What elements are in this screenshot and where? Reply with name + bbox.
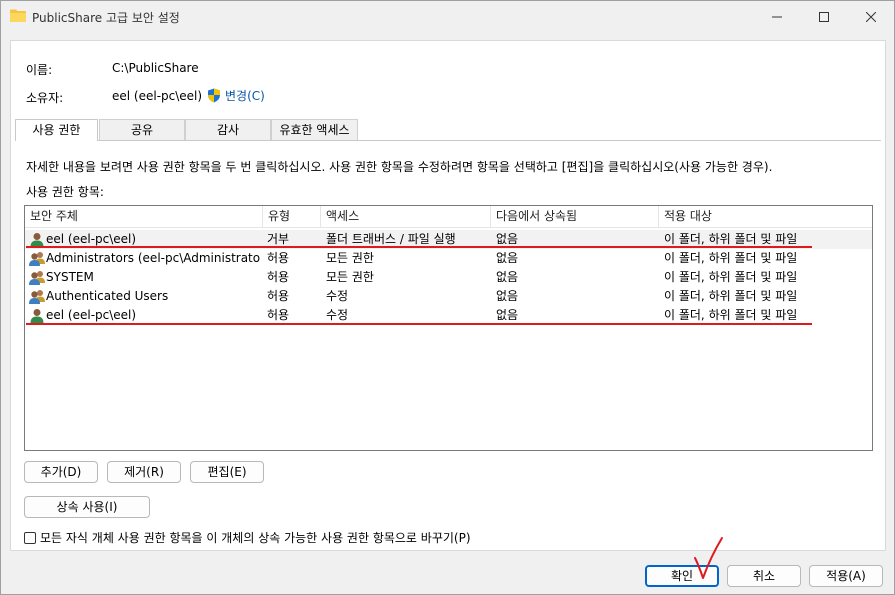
principal-cell: Administrators (eel-pc\Administrators): [46, 251, 261, 265]
shield-icon: [208, 88, 220, 103]
group-icon: [29, 290, 45, 304]
tab-effective-access[interactable]: 유효한 액세스: [271, 119, 358, 140]
list-header: 보안 주체 유형 액세스 다음에서 상속됨 적용 대상: [25, 206, 872, 228]
tab-label: 사용 권한: [32, 123, 81, 137]
name-label: 이름:: [26, 63, 53, 77]
replace-child-label: 모든 자식 개체 사용 권한 항목을 이 개체의 상속 가능한 사용 권한 항목…: [40, 531, 471, 545]
annotation-underline: [26, 323, 812, 325]
applies-to-cell: 이 폴더, 하위 폴더 및 파일: [664, 270, 798, 284]
name-value: C:\PublicShare: [112, 61, 199, 75]
column-header-principal[interactable]: 보안 주체: [25, 206, 263, 228]
tab-label: 감사: [216, 123, 240, 137]
tab-label: 공유: [130, 123, 154, 137]
column-header-type[interactable]: 유형: [263, 206, 321, 228]
applies-to-cell: 이 폴더, 하위 폴더 및 파일: [664, 289, 798, 303]
access-cell: 수정: [326, 289, 349, 303]
tab-permissions[interactable]: 사용 권한: [15, 119, 98, 141]
column-header-inherited[interactable]: 다음에서 상속됨: [491, 206, 659, 228]
close-icon: [866, 12, 876, 22]
inherited-cell: 없음: [496, 251, 519, 265]
tab-label: 유효한 액세스: [279, 123, 350, 137]
minimize-icon: [772, 16, 782, 18]
type-cell: 허용: [267, 251, 290, 265]
user-icon: [30, 233, 44, 247]
access-cell: 모든 권한: [326, 270, 374, 284]
principal-cell: Authenticated Users: [46, 289, 169, 303]
applies-to-cell: 이 폴더, 하위 폴더 및 파일: [664, 251, 798, 265]
advanced-security-window: PublicShare 고급 보안 설정 이름: C:\PublicShare …: [0, 0, 895, 595]
permission-row[interactable]: SYSTEM 허용 모든 권한 없음 이 폴더, 하위 폴더 및 파일: [25, 268, 872, 287]
cancel-button[interactable]: 취소: [727, 565, 801, 587]
owner-value: eel (eel-pc\eel): [112, 89, 203, 103]
permission-entries-list[interactable]: 보안 주체 유형 액세스 다음에서 상속됨 적용 대상 eel (eel-pc\…: [24, 205, 873, 451]
folder-icon: [10, 9, 26, 22]
column-header-applies-to[interactable]: 적용 대상: [659, 206, 872, 228]
owner-label: 소유자:: [26, 91, 64, 105]
title-bar[interactable]: PublicShare 고급 보안 설정: [1, 1, 894, 33]
minimize-button[interactable]: [754, 1, 800, 33]
maximize-icon: [819, 12, 829, 22]
close-button[interactable]: [848, 1, 894, 33]
edit-button[interactable]: 편집(E): [190, 461, 264, 483]
permission-row[interactable]: Authenticated Users 허용 수정 없음 이 폴더, 하위 폴더…: [25, 287, 872, 306]
access-cell: 모든 권한: [326, 251, 374, 265]
group-icon: [29, 271, 45, 285]
permission-row[interactable]: Administrators (eel-pc\Administrators) 허…: [25, 249, 872, 268]
enable-inheritance-button[interactable]: 상속 사용(I): [24, 496, 150, 518]
change-link-label: 변경(C): [225, 89, 265, 103]
tab-divider: [15, 140, 881, 141]
add-button[interactable]: 추가(D): [24, 461, 98, 483]
column-header-access[interactable]: 액세스: [321, 206, 491, 228]
maximize-button[interactable]: [801, 1, 847, 33]
apply-button[interactable]: 적용(A): [809, 565, 883, 587]
inherited-cell: 없음: [496, 270, 519, 284]
group-icon: [29, 252, 45, 266]
checkmark-annotation-icon: [694, 537, 723, 579]
user-icon: [30, 309, 44, 323]
window-title: PublicShare 고급 보안 설정: [32, 11, 180, 25]
replace-child-permissions[interactable]: 모든 자식 개체 사용 권한 항목을 이 개체의 상속 가능한 사용 권한 항목…: [24, 529, 471, 546]
type-cell: 허용: [267, 270, 290, 284]
tab-sharing[interactable]: 공유: [99, 119, 185, 140]
replace-child-checkbox[interactable]: [24, 531, 36, 544]
inherited-cell: 없음: [496, 289, 519, 303]
annotation-underline: [26, 246, 812, 248]
instructions-text: 자세한 내용을 보려면 사용 권한 항목을 두 번 클릭하십시오. 사용 권한 …: [26, 160, 773, 174]
permission-entries-label: 사용 권한 항목:: [26, 185, 104, 199]
tab-auditing[interactable]: 감사: [185, 119, 271, 140]
change-owner-link[interactable]: 변경(C): [207, 87, 265, 104]
principal-cell: SYSTEM: [46, 270, 94, 284]
type-cell: 허용: [267, 289, 290, 303]
remove-button[interactable]: 제거(R): [107, 461, 181, 483]
